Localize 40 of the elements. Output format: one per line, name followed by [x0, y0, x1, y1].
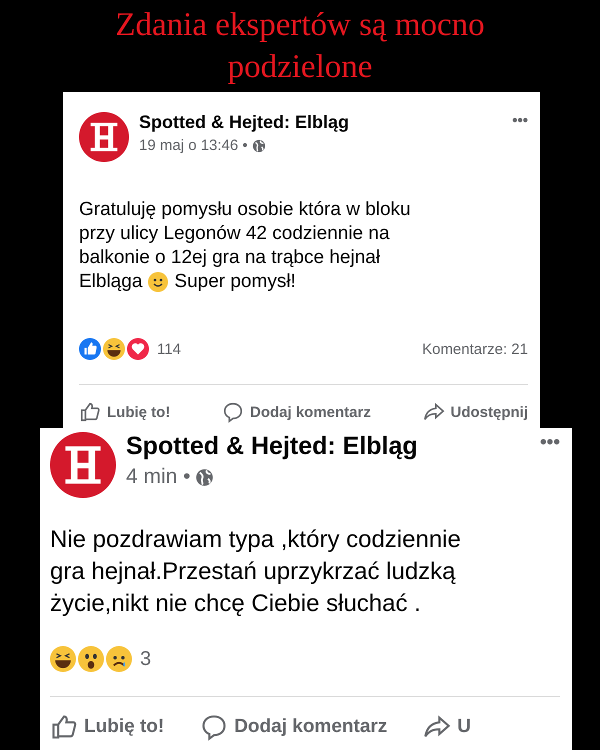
reaction-count[interactable]: 114: [157, 340, 181, 358]
post-text: przy ulicy Legonów 42 codziennie na: [79, 222, 391, 246]
logo-icon: [50, 432, 116, 498]
comment-button[interactable]: Dodaj komentarz: [222, 401, 371, 423]
laughing-face-icon: [50, 646, 76, 672]
post-text: Nie pozdrawiam typa ,który codziennie: [50, 525, 462, 555]
like-reaction-icon: [79, 338, 101, 360]
headline: podzielone: [228, 48, 372, 87]
globe-icon: [194, 468, 214, 486]
post-text: Elbląga: [79, 270, 142, 294]
reaction-count[interactable]: 3: [140, 648, 152, 670]
post-time: 19 maj o 13:46 •: [139, 137, 248, 154]
post-text: Super pomysł!: [174, 270, 296, 294]
post-text: Gratuluję pomysłu osobie która w bloku: [79, 198, 412, 222]
surprised-face-icon: [78, 646, 104, 672]
like-button[interactable]: Lubię to!: [50, 713, 164, 741]
share-button[interactable]: U: [423, 713, 472, 741]
globe-icon: [252, 138, 266, 152]
like-button[interactable]: Lubię to!: [79, 401, 170, 423]
speech-bubble-icon: [200, 713, 228, 741]
post-text: życie,nikt nie chcę Ciebie słuchać .: [50, 589, 422, 619]
heart-reaction-icon: [127, 338, 149, 360]
share-button[interactable]: Udostępnij: [422, 401, 528, 423]
comment-button[interactable]: Dodaj komentarz: [200, 713, 388, 741]
smiley-icon: [148, 272, 168, 292]
thumbs-up-icon: [79, 401, 101, 423]
post-time: 4 min •: [126, 465, 191, 489]
headline: Zdania ekspertów są mocno: [115, 6, 485, 45]
crying-face-icon: [106, 646, 132, 672]
speech-bubble-icon: [222, 401, 244, 423]
page-name[interactable]: Spotted & Hejted: Elbląg: [139, 112, 502, 133]
page-name[interactable]: Spotted & Hejted: Elbląg: [126, 432, 530, 461]
comment-count[interactable]: Komentarze: 21: [422, 340, 528, 358]
laughing-face-icon: [103, 338, 125, 360]
post-text: gra hejnał.Przestań uprzykrzać ludzką: [50, 557, 457, 587]
more-menu[interactable]: •••: [540, 432, 560, 454]
post-text: balkonie o 12ej gra na trąbce hejnał: [79, 246, 382, 270]
more-menu[interactable]: •••: [512, 112, 528, 129]
thumbs-up-icon: [50, 713, 78, 741]
logo-icon: [79, 112, 129, 162]
